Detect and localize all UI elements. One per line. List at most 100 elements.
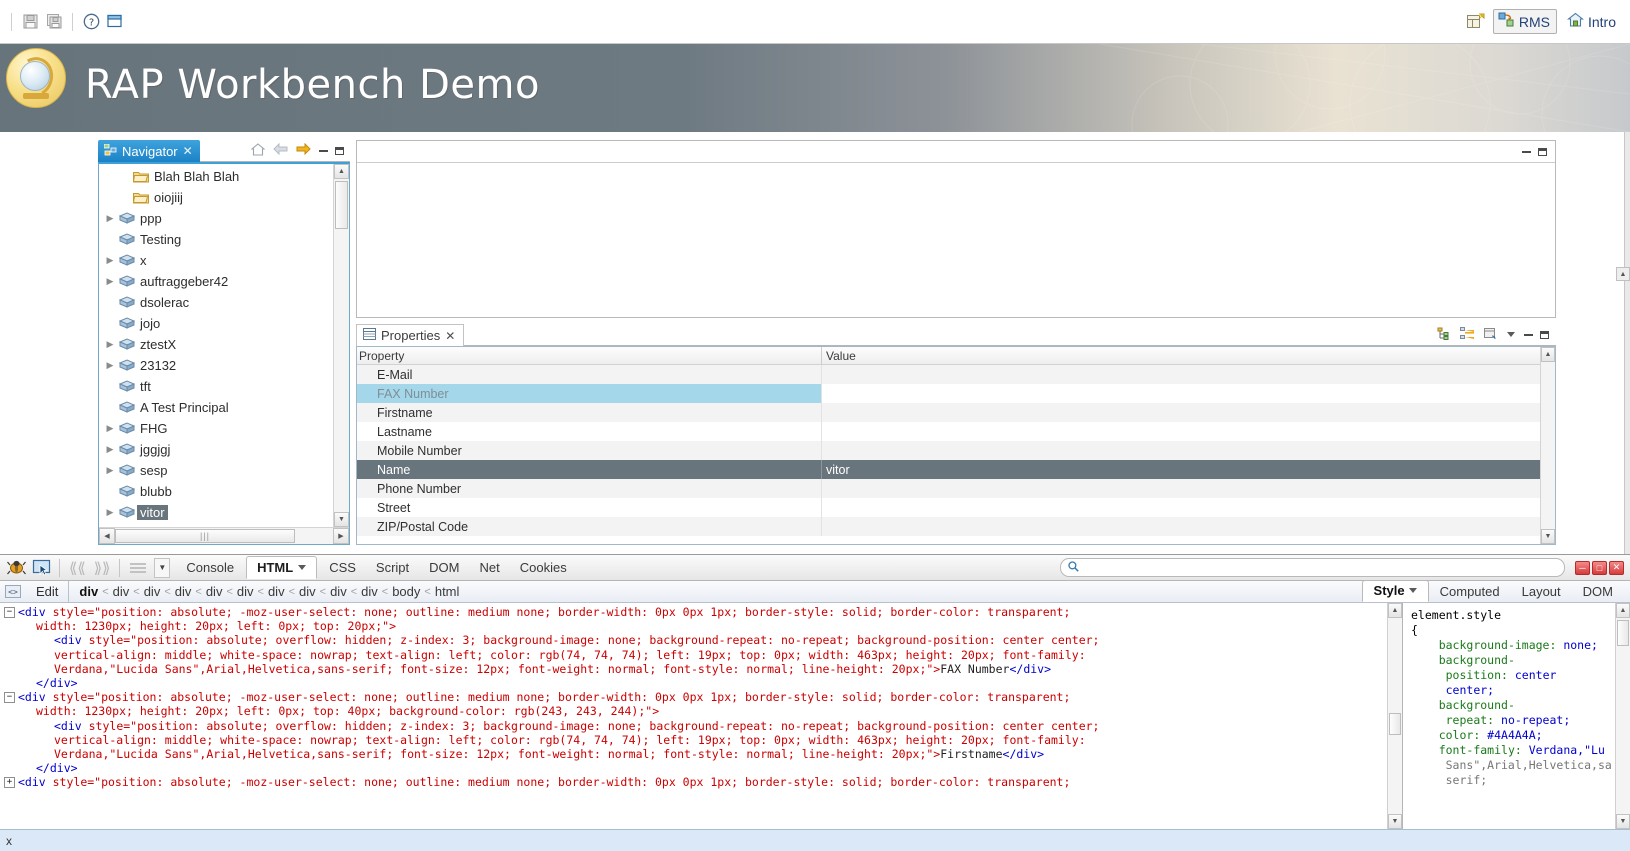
tree-item-ztestx[interactable]: ▶ ztestX bbox=[99, 334, 333, 355]
code-line[interactable]: vertical-align: middle; white-space: now… bbox=[0, 733, 1402, 747]
style-code-line[interactable]: font-family: Verdana,"Lu bbox=[1411, 743, 1624, 758]
style-code-line[interactable]: color: #4A4A4A; bbox=[1411, 728, 1624, 743]
table-row[interactable]: Mobile Number bbox=[357, 441, 1555, 460]
tree-item-oiojiij[interactable]: oiojiij bbox=[99, 187, 333, 208]
code-line[interactable]: <div style="position: absolute; overflow… bbox=[0, 633, 1402, 647]
scroll-up-icon[interactable]: ▲ bbox=[1388, 603, 1402, 618]
restore-icon[interactable] bbox=[104, 11, 126, 33]
style-code-line[interactable]: element.style bbox=[1411, 608, 1624, 623]
code-line[interactable]: vertical-align: middle; white-space: now… bbox=[0, 648, 1402, 662]
scroll-up-icon[interactable]: ▲ bbox=[1541, 347, 1555, 362]
style-code-line[interactable]: { bbox=[1411, 623, 1624, 638]
style-panel-scrollbar[interactable]: ▲ ▼ bbox=[1615, 603, 1630, 829]
tree-item-x[interactable]: ▶ x bbox=[99, 250, 333, 271]
table-row[interactable]: E-Mail bbox=[357, 365, 1555, 384]
maximize-icon[interactable] bbox=[335, 146, 344, 155]
tree-item-a-test-principal[interactable]: A Test Principal bbox=[99, 397, 333, 418]
chevron-down-icon[interactable] bbox=[298, 565, 307, 570]
firebug-tab-dom[interactable]: DOM bbox=[419, 557, 469, 578]
firebug-side-tab-computed[interactable]: Computed bbox=[1429, 582, 1511, 602]
code-line[interactable]: − <div style="position: absolute; -moz-us… bbox=[0, 690, 1402, 704]
tree-item-dsolerac[interactable]: dsolerac bbox=[99, 292, 333, 313]
style-scroll-thumb[interactable] bbox=[1617, 620, 1629, 646]
previous-icon[interactable]: ⟪⟪ bbox=[65, 559, 90, 577]
column-header-property[interactable]: Property bbox=[357, 347, 822, 364]
collapse-twisty-icon[interactable]: − bbox=[4, 692, 15, 704]
tree-item-jggjgj[interactable]: ▶ jggjgj bbox=[99, 439, 333, 460]
navigator-tree[interactable]: Blah Blah Blah oiojiij ▶ ppp Testing ▶ x ▶ auftr… bbox=[99, 164, 333, 527]
navigator-vscroll-thumb[interactable] bbox=[335, 181, 348, 229]
breadcrumb-item[interactable]: div bbox=[206, 584, 223, 599]
table-row[interactable]: ZIP/Postal Code bbox=[357, 517, 1555, 536]
value-cell[interactable]: vitor bbox=[822, 460, 1555, 479]
tree-item-blah-blah-blah[interactable]: Blah Blah Blah bbox=[99, 166, 333, 187]
style-code-line[interactable]: background- bbox=[1411, 653, 1624, 668]
firebug-tab-console[interactable]: Console bbox=[176, 557, 244, 578]
firebug-side-tab-style[interactable]: Style bbox=[1361, 580, 1429, 602]
tree-item-fhg[interactable]: ▶ FHG bbox=[99, 418, 333, 439]
style-panel[interactable]: element.style{ background-image: none; b… bbox=[1402, 603, 1630, 829]
expand-arrow-icon[interactable]: ▶ bbox=[103, 423, 117, 434]
breadcrumb-item[interactable]: html bbox=[435, 584, 460, 599]
firebug-tab-net[interactable]: Net bbox=[470, 557, 510, 578]
navigator-horizontal-scrollbar[interactable]: ◀ ||| ▶ bbox=[99, 527, 349, 544]
tab-navigator[interactable]: Navigator ✕ bbox=[98, 140, 200, 162]
style-code-line[interactable]: background- bbox=[1411, 698, 1624, 713]
tree-item-23132[interactable]: ▶ 23132 bbox=[99, 355, 333, 376]
table-row[interactable]: Firstname bbox=[357, 403, 1555, 422]
save-all-icon[interactable] bbox=[43, 11, 65, 33]
firebug-tab-script[interactable]: Script bbox=[366, 557, 419, 578]
breadcrumb-item[interactable]: div bbox=[299, 584, 316, 599]
code-line[interactable]: </div> bbox=[0, 676, 1402, 690]
scroll-up-icon[interactable]: ▲ bbox=[334, 164, 349, 179]
scroll-down-icon[interactable]: ▼ bbox=[1388, 814, 1402, 829]
scroll-left-icon[interactable]: ◀ bbox=[99, 528, 115, 544]
expand-arrow-icon[interactable]: ▶ bbox=[103, 276, 117, 287]
page-scroll-up-icon[interactable]: ▲ bbox=[1616, 267, 1630, 281]
status-close-button[interactable]: x bbox=[6, 834, 12, 848]
next-icon[interactable]: ⟫⟫ bbox=[90, 559, 115, 577]
firebug-tab-css[interactable]: CSS bbox=[319, 557, 366, 578]
code-line[interactable]: <div style="position: absolute; overflow… bbox=[0, 719, 1402, 733]
minimize-icon[interactable] bbox=[1522, 150, 1531, 153]
code-line[interactable]: Verdana,"Lucida Sans",Arial,Helvetica,sa… bbox=[0, 747, 1402, 761]
tree-item-blubb[interactable]: blubb bbox=[99, 481, 333, 502]
firebug-bug-icon[interactable] bbox=[4, 557, 29, 579]
code-line[interactable]: − <div style="position: absolute; -moz-us… bbox=[0, 605, 1402, 619]
tree-item-vitor[interactable]: ▶ vitor bbox=[99, 502, 333, 523]
table-row[interactable]: Street bbox=[357, 498, 1555, 517]
style-code-line[interactable]: position: center bbox=[1411, 668, 1624, 683]
breadcrumb-item[interactable]: div bbox=[268, 584, 285, 599]
scroll-right-icon[interactable]: ▶ bbox=[333, 528, 349, 544]
close-icon[interactable]: ✕ bbox=[445, 329, 455, 343]
inspect-pointer-icon[interactable] bbox=[29, 557, 54, 579]
help-icon[interactable]: ? bbox=[80, 11, 102, 33]
breadcrumb-item[interactable]: div bbox=[361, 584, 378, 599]
html-scroll-thumb[interactable] bbox=[1389, 713, 1401, 735]
home-icon[interactable] bbox=[250, 142, 266, 159]
expand-arrow-icon[interactable]: ▶ bbox=[103, 360, 117, 371]
firebug-side-tab-layout[interactable]: Layout bbox=[1511, 582, 1572, 602]
restore-default-icon[interactable] bbox=[1484, 327, 1498, 343]
properties-vertical-scrollbar[interactable]: ▲ ▼ bbox=[1540, 347, 1555, 544]
maximize-icon[interactable] bbox=[1538, 147, 1547, 156]
expand-arrow-icon[interactable]: ▶ bbox=[103, 339, 117, 350]
show-categories-icon[interactable] bbox=[1437, 327, 1451, 343]
table-row[interactable]: FAX Number bbox=[357, 384, 1555, 403]
tree-item-testing[interactable]: Testing bbox=[99, 229, 333, 250]
column-header-value[interactable]: Value bbox=[822, 347, 1555, 364]
value-cell[interactable] bbox=[822, 479, 1555, 498]
value-cell[interactable] bbox=[822, 403, 1555, 422]
style-code-line[interactable]: center; bbox=[1411, 683, 1624, 698]
code-line[interactable]: width: 1230px; height: 20px; left: 0px; … bbox=[0, 704, 1402, 718]
show-advanced-icon[interactable] bbox=[1460, 326, 1475, 343]
value-cell[interactable] bbox=[822, 441, 1555, 460]
edit-button[interactable]: Edit bbox=[26, 581, 70, 602]
table-row[interactable]: Phone Number bbox=[357, 479, 1555, 498]
expand-arrow-icon[interactable]: ▶ bbox=[103, 465, 117, 476]
expand-twisty-icon[interactable]: + bbox=[4, 777, 15, 789]
save-icon[interactable] bbox=[19, 11, 41, 33]
navigator-hscroll-thumb[interactable]: ||| bbox=[115, 529, 295, 543]
breadcrumb-item[interactable]: div bbox=[175, 584, 192, 599]
firebug-tab-cookies[interactable]: Cookies bbox=[510, 557, 577, 578]
